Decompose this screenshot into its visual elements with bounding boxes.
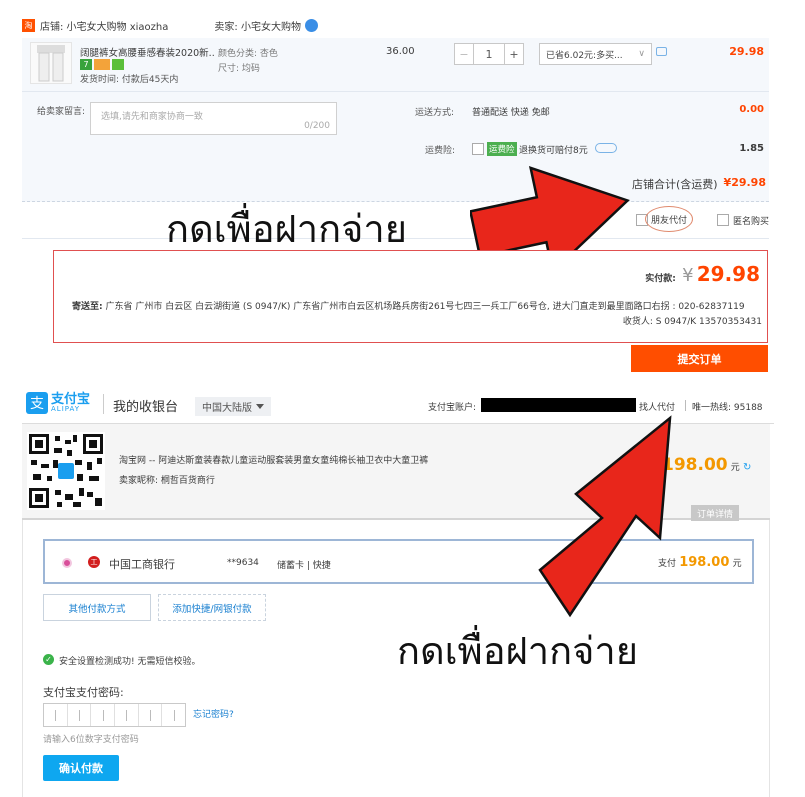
region-label: 中国大陆版: [202, 403, 252, 414]
delivery-label: 运送方式:: [415, 108, 455, 118]
insurance-price: 1.85: [739, 143, 764, 154]
seller-name: 卖家: 小宅女大购物: [214, 21, 301, 33]
unit-price: 36.00: [386, 46, 415, 57]
chevron-down-icon: ∨: [638, 49, 645, 59]
color-option: 颜色分类: 杏色: [218, 49, 278, 59]
cashier-title: 我的收银台: [113, 400, 179, 415]
account-label: 支付宝账户:: [428, 403, 477, 413]
service-badges: 7: [80, 59, 124, 70]
check-circle-icon: ✓: [43, 654, 54, 665]
friend-pay-option[interactable]: 朋友代付: [645, 206, 693, 232]
ship-time: 发货时间: 付款后45天内: [80, 75, 179, 85]
actual-payment-label: 实付款:: [645, 274, 676, 284]
radio-selected-icon[interactable]: [62, 558, 72, 568]
comment-icon[interactable]: [656, 47, 667, 56]
anonymous-label: 匿名购买: [733, 217, 770, 227]
message-counter: 0/200: [304, 121, 330, 131]
pay-amount-unit: 元: [732, 559, 742, 569]
password-digit: [162, 704, 185, 726]
taobao-logo-icon: 淘: [22, 18, 35, 32]
qty-plus-button[interactable]: +: [504, 43, 524, 65]
discount-select[interactable]: 已省6.02元:多买... ∨: [539, 43, 652, 65]
password-hint: 请输入6位数字支付密码: [43, 735, 139, 745]
chat-icon[interactable]: [304, 18, 318, 32]
store-total-label: 店铺合计(含运费): [632, 178, 718, 191]
seven-day-return-icon: 7: [80, 59, 92, 70]
password-digit: [44, 704, 68, 726]
anonymous-checkbox[interactable]: [717, 214, 729, 226]
shipping-address: 寄送至: 广东省 广州市 白云区 白云湖街道 (S 0947/K) 广东省广州市…: [72, 299, 764, 312]
seller-nickname: 卖家昵称: 桐哲百货商行: [119, 476, 215, 486]
password-digit: [91, 704, 116, 726]
qty-minus-button[interactable]: −: [454, 43, 474, 65]
receiver-info: 收货人: S 0947/K 13570353431: [622, 317, 762, 327]
actual-payment: 实付款: ¥ 29.98: [620, 262, 760, 286]
seller-message-textarea[interactable]: 选填,请先和商家协商一致 0/200: [90, 102, 337, 135]
security-message: 安全设置检测成功! 无需短信校验。: [59, 657, 201, 667]
card-number: **9634: [227, 558, 259, 568]
delivery-price: 0.00: [739, 104, 764, 115]
help-icon[interactable]: [595, 143, 617, 153]
size-option: 尺寸: 均码: [218, 64, 260, 74]
store-total-value: ¥29.98: [723, 176, 766, 189]
other-methods-button[interactable]: 其他付款方式: [43, 594, 151, 621]
add-card-button[interactable]: 添加快捷/网银付款: [158, 594, 266, 621]
alipay-logo-en: ALIPAY: [51, 405, 81, 413]
order-title: 淘宝网 -- 阿迪达斯童装春款儿童运动服套装男童女童纯棉长袖卫衣中大童卫裤: [119, 456, 429, 466]
alipay-logo: 支 支付宝 ALIPAY: [26, 392, 90, 414]
discount-select-value: 已省6.02元:多买...: [546, 50, 623, 61]
message-label: 给卖家留言:: [37, 107, 86, 117]
guarantee-icon: [112, 59, 124, 70]
delivery-value: 普通配送 快递 免邮: [472, 108, 550, 118]
insurance-text: 退换货可赔付8元: [519, 146, 588, 156]
insurance-checkbox[interactable]: [472, 143, 484, 155]
refresh-icon[interactable]: ↻: [743, 462, 751, 473]
item-subtotal: 29.98: [729, 45, 764, 58]
credit-card-icon: [94, 59, 110, 70]
insurance-label: 运费险:: [425, 146, 456, 156]
region-selector[interactable]: 中国大陆版: [195, 397, 271, 416]
address-label: 寄送至:: [72, 302, 103, 312]
password-digit: [139, 704, 163, 726]
message-placeholder: 选填,请先和商家协商一致: [101, 112, 203, 122]
insurance-tag: 运费险: [487, 142, 517, 156]
header-separator: [103, 394, 104, 414]
qty-input[interactable]: 1: [474, 43, 504, 65]
password-input[interactable]: [43, 703, 186, 727]
bank-name: 中国工商银行: [109, 558, 175, 571]
caret-down-icon: [256, 404, 264, 409]
password-digit: [115, 704, 139, 726]
quantity-stepper: − 1 +: [454, 43, 524, 65]
store-name-link[interactable]: 店铺: 小宅女大购物 xiaozha: [40, 18, 168, 33]
icbc-bank-icon: 工: [88, 556, 100, 568]
shop-header: 淘 店铺: 小宅女大购物 xiaozha 卖家: 小宅女大购物: [22, 14, 769, 36]
password-digit: [68, 704, 92, 726]
password-label: 支付宝支付密码:: [43, 686, 124, 699]
product-title[interactable]: 阔腿裤女高腰垂感春装2020新...: [80, 45, 215, 59]
product-image[interactable]: [30, 42, 72, 84]
card-type: 储蓄卡 | 快捷: [277, 561, 331, 571]
actual-payment-amount: 29.98: [696, 262, 760, 286]
qr-code-icon[interactable]: [27, 432, 105, 510]
thai-caption-bottom: กดเพื่อฝากจ่าย: [397, 629, 639, 673]
order-amount-unit: 元: [730, 463, 740, 473]
forgot-password-link[interactable]: 忘记密码?: [193, 707, 234, 720]
friend-pay-label: 朋友代付: [650, 215, 687, 226]
hotline: 唯一热线: 95188: [692, 403, 763, 413]
red-arrow-bottom-icon: [538, 415, 672, 618]
divider: [22, 91, 769, 92]
alipay-logo-icon: 支: [26, 392, 48, 414]
currency-symbol: ¥: [682, 265, 694, 286]
address-text: 广东省 广州市 白云区 白云湖街道 (S 0947/K) 广东省广州市白云区机场…: [105, 302, 745, 312]
confirm-payment-button[interactable]: 确认付款: [43, 755, 119, 781]
submit-order-button[interactable]: 提交订单: [631, 345, 768, 372]
